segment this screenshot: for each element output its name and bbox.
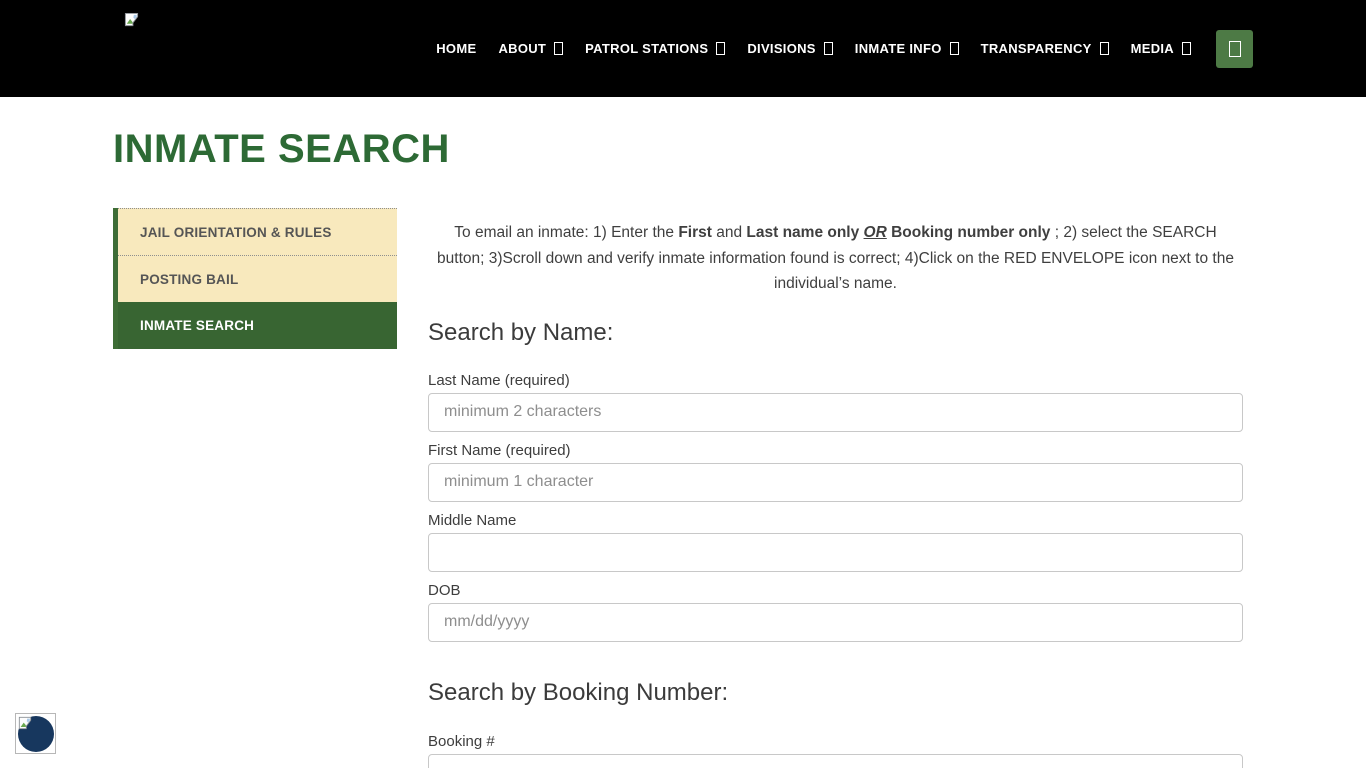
booking-number-label: Booking # xyxy=(428,733,1243,750)
instruction-text: and xyxy=(712,224,746,241)
dropdown-caret-missing-glyph-icon xyxy=(824,42,833,55)
nav-item-label: MEDIA xyxy=(1131,41,1174,56)
dropdown-caret-missing-glyph-icon xyxy=(716,42,725,55)
sidebar-item-label: POSTING BAIL xyxy=(140,272,238,287)
search-by-name-heading: Search by Name: xyxy=(428,319,1243,347)
nav-item-label: TRANSPARENCY xyxy=(981,41,1092,56)
instruction-text-bold: First xyxy=(678,224,712,241)
site-header: HOME ABOUT PATROL STATIONS DIVISIONS INM… xyxy=(0,0,1366,97)
last-name-input[interactable] xyxy=(428,393,1243,432)
nav-item-divisions[interactable]: DIVISIONS xyxy=(736,41,843,56)
nav-item-about[interactable]: ABOUT xyxy=(487,41,574,56)
instruction-text-bold: Last name only xyxy=(746,224,863,241)
nav-item-label: PATROL STATIONS xyxy=(585,41,708,56)
dropdown-caret-missing-glyph-icon xyxy=(554,42,563,55)
nav-item-transparency[interactable]: TRANSPARENCY xyxy=(970,41,1120,56)
dropdown-caret-missing-glyph-icon xyxy=(950,42,959,55)
sidebar-item-label: INMATE SEARCH xyxy=(140,318,254,333)
middle-name-label: Middle Name xyxy=(428,512,1243,529)
nav-item-patrol-stations[interactable]: PATROL STATIONS xyxy=(574,41,736,56)
sidebar-item-inmate-search[interactable]: INMATE SEARCH xyxy=(118,302,397,349)
last-name-label: Last Name (required) xyxy=(428,372,1243,389)
nav-item-label: INMATE INFO xyxy=(855,41,942,56)
dropdown-caret-missing-glyph-icon xyxy=(1100,42,1109,55)
search-icon-missing-glyph xyxy=(1229,41,1241,57)
instruction-text-bold: Booking number only xyxy=(891,224,1050,241)
first-name-input[interactable] xyxy=(428,463,1243,502)
sidebar-item-jail-orientation-rules[interactable]: JAIL ORIENTATION & RULES xyxy=(118,208,397,255)
dropdown-caret-missing-glyph-icon xyxy=(1182,42,1191,55)
booking-number-input[interactable] xyxy=(428,754,1243,768)
booking-number-group: Booking # xyxy=(428,733,1243,768)
nav-item-label: ABOUT xyxy=(498,41,546,56)
sidebar-item-label: JAIL ORIENTATION & RULES xyxy=(140,225,332,240)
nav-item-inmate-info[interactable]: INMATE INFO xyxy=(844,41,970,56)
nav-item-media[interactable]: MEDIA xyxy=(1120,41,1202,56)
instruction-text-or: OR xyxy=(864,224,887,241)
main-navigation: HOME ABOUT PATROL STATIONS DIVISIONS INM… xyxy=(425,0,1253,97)
nav-search-button[interactable] xyxy=(1216,30,1253,68)
last-name-group: Last Name (required) xyxy=(428,372,1243,432)
accessibility-widget-button[interactable] xyxy=(15,713,56,754)
broken-image-icon xyxy=(18,716,32,730)
middle-name-input[interactable] xyxy=(428,533,1243,572)
first-name-group: First Name (required) xyxy=(428,442,1243,502)
middle-name-group: Middle Name xyxy=(428,512,1243,572)
sidebar-item-posting-bail[interactable]: POSTING BAIL xyxy=(118,255,397,302)
nav-item-label: HOME xyxy=(436,41,476,56)
main-content: To email an inmate: 1) Enter the First a… xyxy=(428,208,1243,768)
dob-input[interactable] xyxy=(428,603,1243,642)
nav-item-home[interactable]: HOME xyxy=(425,41,487,56)
broken-image-icon xyxy=(124,12,139,27)
site-logo-broken-image[interactable] xyxy=(124,12,140,28)
nav-item-label: DIVISIONS xyxy=(747,41,815,56)
email-inmate-instructions: To email an inmate: 1) Enter the First a… xyxy=(428,220,1243,297)
search-by-booking-heading: Search by Booking Number: xyxy=(428,679,1243,707)
dob-label: DOB xyxy=(428,582,1243,599)
sidebar-nav: JAIL ORIENTATION & RULES POSTING BAIL IN… xyxy=(113,208,397,349)
first-name-label: First Name (required) xyxy=(428,442,1243,459)
dob-group: DOB xyxy=(428,582,1243,642)
instruction-text: To email an inmate: 1) Enter the xyxy=(454,224,678,241)
page-title: INMATE SEARCH xyxy=(113,127,1253,172)
